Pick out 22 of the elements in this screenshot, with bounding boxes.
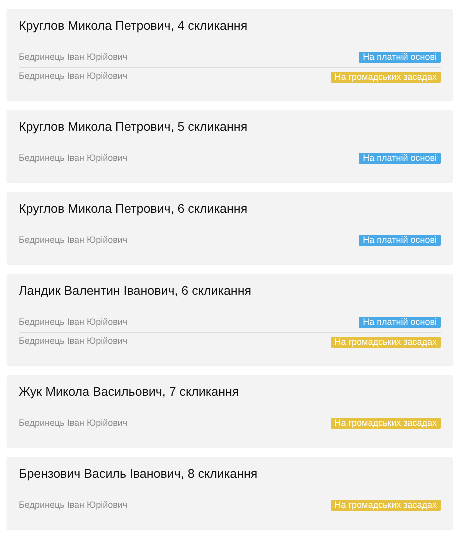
status-tag: На платній основі bbox=[359, 235, 441, 246]
person-name: Бедринець Іван Юрійович bbox=[19, 50, 128, 64]
card-title: Брензович Василь Іванович, 8 скликання bbox=[19, 466, 259, 482]
card-title: Круглов Микола Петрович, 4 скликання bbox=[19, 18, 249, 34]
status-tag: На платній основі bbox=[359, 52, 441, 63]
card-title: Круглов Микола Петрович, 5 скликання bbox=[19, 119, 249, 135]
status-tag: На платній основі bbox=[359, 153, 441, 164]
card-title: Жук Микола Васильович, 7 скликання bbox=[19, 384, 240, 400]
status-tag: На громадських засадах bbox=[330, 72, 441, 82]
person-name: Бедринець Іван Юрійович bbox=[19, 498, 128, 512]
person-name: Бедринець Іван Юрійович bbox=[19, 152, 128, 165]
person-name: Бедринець Іван Юрійович bbox=[19, 416, 128, 430]
person-name: Бедринець Іван Юрійович bbox=[19, 70, 128, 84]
status-tag: На платній основі bbox=[359, 317, 441, 328]
status-tag: На громадських засадах bbox=[330, 418, 441, 429]
person-name: Бедринець Іван Юрійович bbox=[19, 335, 128, 348]
status-tag: На громадських засадах bbox=[330, 336, 441, 348]
person-name: Бедринець Іван Юрійович bbox=[19, 316, 128, 329]
status-tag: На громадських засадах bbox=[330, 500, 441, 511]
card-title: Ландик Валентин Іванович, 6 скликання bbox=[19, 283, 252, 299]
person-name: Бедринець Іван Юрійович bbox=[19, 234, 128, 247]
card-title: Круглов Микола Петрович, 6 скликання bbox=[19, 201, 249, 217]
